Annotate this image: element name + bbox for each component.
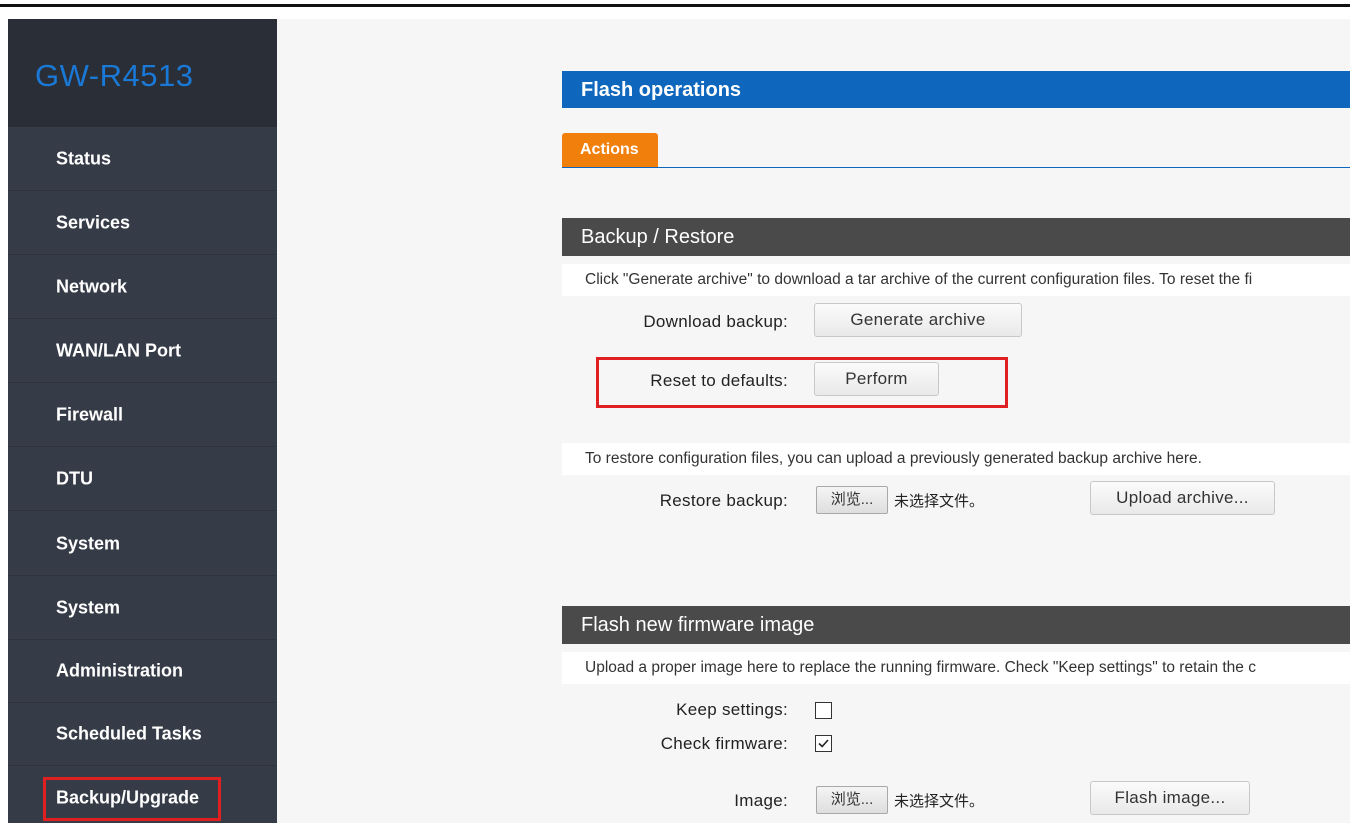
restore-no-file-text: 未选择文件。 — [894, 493, 985, 510]
section-description: Click "Generate archive" to download a t… — [562, 264, 1350, 296]
sidebar-item-administration[interactable]: Administration — [8, 639, 277, 703]
section-title: Flash new firmware image — [581, 614, 815, 636]
tab-label: Actions — [580, 141, 639, 158]
main-content — [277, 19, 1350, 823]
image-label: Image: — [734, 791, 788, 810]
keep-settings-checkbox[interactable] — [815, 702, 832, 719]
perform-button[interactable]: Perform — [814, 362, 939, 396]
generate-archive-button[interactable]: Generate archive — [814, 303, 1022, 337]
description-text: Upload a proper image here to replace th… — [585, 659, 1256, 676]
sidebar-highlight-box — [43, 777, 221, 821]
restore-description: To restore configuration files, you can … — [562, 443, 1350, 475]
check-firmware-label: Check firmware: — [660, 734, 788, 753]
sidebar-item-wan-lan-port[interactable]: WAN/LAN Port — [8, 319, 277, 383]
sidebar-item-label: Firewall — [56, 404, 124, 424]
restore-backup-label: Restore backup: — [659, 491, 788, 510]
section-header-backup-restore: Backup / Restore — [562, 218, 1350, 256]
keep-settings-label: Keep settings: — [676, 700, 788, 719]
sidebar-item-label: System — [56, 533, 121, 553]
sidebar: GW-R4513 Status Services Network WAN/LAN… — [8, 19, 277, 823]
download-backup-label: Download backup: — [643, 312, 788, 331]
description-text: To restore configuration files, you can … — [585, 450, 1202, 467]
sidebar-item-network[interactable]: Network — [8, 255, 277, 319]
description-text: Click "Generate archive" to download a t… — [585, 271, 1253, 288]
firmware-description: Upload a proper image here to replace th… — [562, 652, 1350, 684]
image-browse-button[interactable]: 浏览... — [816, 786, 888, 814]
restore-browse-button[interactable]: 浏览... — [816, 486, 888, 514]
sidebar-item-label: Administration — [56, 660, 184, 680]
tab-actions[interactable]: Actions — [562, 133, 658, 167]
upload-archive-button[interactable]: Upload archive... — [1090, 481, 1275, 515]
top-border — [0, 4, 1350, 7]
sidebar-item-dtu[interactable]: DTU — [8, 447, 277, 511]
sidebar-item-firewall[interactable]: Firewall — [8, 383, 277, 447]
tab-bar-line — [562, 167, 1350, 168]
brand-logo-text: GW-R4513 — [35, 58, 194, 93]
sidebar-item-label: DTU — [56, 468, 93, 488]
brand-header: GW-R4513 — [8, 19, 277, 127]
section-header-flash-firmware: Flash new firmware image — [562, 606, 1350, 644]
sidebar-item-label: System — [56, 597, 121, 617]
sidebar-item-system[interactable]: System — [8, 512, 277, 576]
sidebar-item-status[interactable]: Status — [8, 127, 277, 191]
panel-header: Flash operations — [562, 71, 1350, 108]
sidebar-item-services[interactable]: Services — [8, 191, 277, 255]
reset-to-defaults-label: Reset to defaults: — [650, 371, 788, 390]
page-title: Flash operations — [581, 79, 742, 101]
image-no-file-text: 未选择文件。 — [894, 793, 985, 810]
sidebar-item-label: Scheduled Tasks — [56, 723, 202, 743]
section-title: Backup / Restore — [581, 226, 735, 248]
sidebar-item-system-2[interactable]: System — [8, 576, 277, 640]
checkmark-icon — [818, 739, 829, 748]
check-firmware-checkbox[interactable] — [815, 735, 832, 752]
flash-image-button[interactable]: Flash image... — [1090, 781, 1250, 815]
sidebar-item-scheduled-tasks[interactable]: Scheduled Tasks — [8, 702, 277, 766]
sidebar-item-label: Status — [56, 148, 112, 168]
sidebar-item-label: WAN/LAN Port — [56, 340, 181, 360]
sidebar-item-label: Network — [56, 276, 128, 296]
sidebar-item-label: Services — [56, 212, 131, 232]
